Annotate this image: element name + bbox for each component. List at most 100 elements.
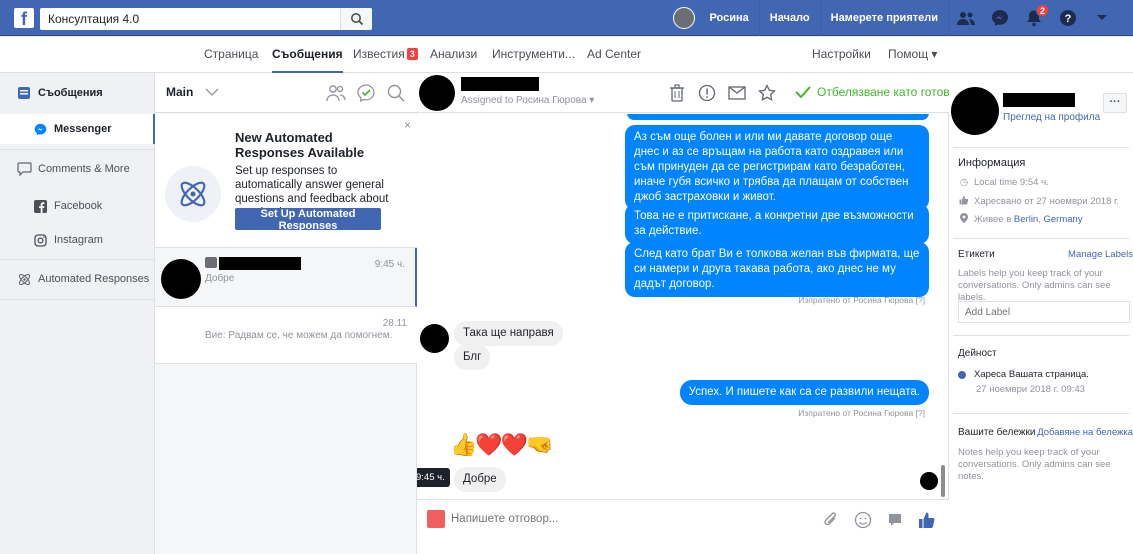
messenger-icon [32, 121, 48, 137]
account-menu-icon[interactable] [1091, 7, 1113, 29]
labels-help-text: Labels help you keep track of your conve… [958, 268, 1111, 303]
notification-count-badge: 2 [1036, 4, 1049, 17]
message-bubble-incoming: Така ще направя [454, 321, 563, 346]
close-icon[interactable]: × [404, 118, 411, 132]
sidebar-item-label: Instagram [54, 234, 103, 246]
conversation-item[interactable]: Вие: Радвам се, че можем да помогнем. 28… [155, 307, 417, 364]
automated-responses-icon [16, 271, 32, 287]
sidebar-item-instagram[interactable]: Instagram [0, 225, 155, 255]
sidebar-item-label: Facebook [54, 200, 103, 212]
search-button[interactable] [340, 8, 372, 30]
spam-icon[interactable] [697, 83, 717, 103]
page-avatar [427, 510, 445, 528]
emoji-icon[interactable] [853, 510, 873, 530]
panel-divider [953, 238, 1129, 239]
conversation-list: Main × New Automated Responses Available… [155, 73, 417, 554]
tab-page[interactable]: Страница [204, 37, 258, 73]
tab-settings[interactable]: Настройки [812, 37, 871, 73]
saved-replies-icon[interactable] [885, 510, 905, 530]
mark-unread-icon[interactable] [727, 83, 747, 103]
trash-icon[interactable] [667, 83, 687, 103]
people-icon[interactable] [326, 83, 346, 103]
sidebar-divider [0, 299, 155, 300]
facebook-logo-icon[interactable]: f [14, 8, 34, 29]
messenger-icon[interactable] [989, 7, 1011, 29]
profile-avatar[interactable] [673, 7, 696, 29]
assigned-to-dropdown[interactable]: Assigned to Росина Гюрова ▾ [461, 95, 594, 106]
checkmark-icon [795, 86, 811, 98]
inbox-filter-dropdown[interactable]: Main [166, 85, 219, 99]
tab-notifications[interactable]: Известия 3 [353, 37, 418, 73]
notifications-icon[interactable]: 2 [1023, 4, 1049, 29]
conversation-time: 28.11 [382, 318, 407, 329]
composer-tools [821, 510, 937, 530]
conversation-item[interactable]: Добре 9:45 ч. [155, 248, 417, 307]
message-bubble-outgoing: След като брат Ви е толкова желан във фи… [625, 242, 929, 297]
avatar [161, 259, 201, 299]
instagram-icon [32, 232, 48, 248]
automated-responses-promo: × New Automated Responses Available Set … [155, 114, 417, 248]
redacted-name [219, 257, 301, 270]
home-link[interactable]: Начало [760, 0, 821, 36]
notes-help-text: Notes help you keep track of your conver… [958, 447, 1111, 482]
add-label-input[interactable] [958, 301, 1130, 323]
setup-automated-responses-button[interactable]: Set Up Automated Responses [235, 208, 381, 232]
thumbs-up-icon[interactable] [917, 510, 937, 530]
mark-as-done-button[interactable]: Отбелязване като готово [795, 85, 956, 99]
redacted-name [1003, 93, 1075, 107]
more-options-button[interactable]: ··· [1103, 93, 1127, 113]
city-link[interactable]: Berlin [1014, 214, 1038, 225]
sidebar-item-facebook[interactable]: Facebook [0, 191, 155, 221]
activity-date: 27 ноември 2018 г. 09:43 [976, 384, 1085, 395]
find-friends-link[interactable]: Намерете приятели [821, 0, 949, 36]
sidebar-item-comments[interactable]: Comments & More [0, 154, 155, 184]
tab-tools[interactable]: Инструменти... [492, 37, 575, 73]
friends-icon[interactable] [955, 7, 977, 29]
lives-prefix: Живее в [974, 214, 1012, 225]
tab-messages[interactable]: Съобщения [272, 37, 343, 73]
tab-insights[interactable]: Анализи [430, 37, 477, 73]
sidebar-item-messenger[interactable]: Messenger [0, 114, 155, 144]
sidebar-item-inbox[interactable]: Съобщения [0, 78, 155, 108]
panel-divider [953, 147, 1129, 148]
message-bubble-outgoing: Това не е притискане, а конкретни две въ… [625, 204, 929, 244]
inbox-sidebar: Съобщения Messenger Comments & More Face… [0, 73, 155, 554]
message-bubble-incoming: Блг [454, 345, 491, 370]
read-receipt-avatar [920, 472, 938, 490]
chevron-down-icon [205, 88, 219, 96]
thumbs-up-icon [958, 195, 970, 208]
add-note-link[interactable]: Добавяне на бележка [1037, 427, 1133, 438]
sidebar-item-label: Comments & More [38, 163, 130, 175]
profile-link[interactable]: Росина [699, 0, 760, 36]
view-profile-link[interactable]: Преглед на профила [1003, 112, 1100, 123]
tab-help[interactable]: Помощ ▾ [888, 37, 937, 73]
local-time-row: ◷ Local time 9:54 ч. [958, 177, 1049, 188]
panel-divider [953, 413, 1129, 414]
star-icon[interactable] [757, 83, 777, 103]
activity-text: Хареса Вашата страница. [974, 369, 1089, 380]
search-icon[interactable] [386, 83, 406, 103]
conversation-preview: Добре [205, 273, 235, 284]
attachment-icon[interactable] [821, 510, 841, 530]
scrollbar[interactable] [941, 465, 945, 497]
message-bubble-incoming: Добре [454, 467, 506, 492]
clock-icon: ◷ [959, 177, 969, 188]
liked-text: Харесвано от 27 ноември 2018 г. [974, 196, 1119, 207]
sent-by-note: Изпратено от Росина Гюрова [?] [798, 295, 925, 305]
activity-item: Хареса Вашата страница. [958, 369, 1089, 380]
tab-ad-center[interactable]: Ad Center [587, 37, 641, 73]
help-icon[interactable]: ? [1057, 7, 1079, 29]
manage-labels-link[interactable]: Manage Labels [1068, 249, 1133, 260]
reply-input[interactable] [451, 508, 751, 530]
top-right-nav: Росина Начало Намерете приятели 2 ? [673, 0, 1119, 36]
chat-panel: Assigned to Росина Гюрова ▾ Отбелязване … [417, 73, 956, 554]
message-bubble-outgoing: Успех. И пишете как са се развили нещата… [679, 380, 929, 405]
check-chat-icon[interactable] [356, 83, 376, 103]
sidebar-item-automated-responses[interactable]: Automated Responses [0, 264, 155, 294]
notes-heading: Вашите бележки [958, 427, 1036, 438]
page-tabs-bar: Страница Съобщения Известия 3 Анализи Инс… [0, 37, 1133, 73]
conversation-time: 9:45 ч. [374, 259, 405, 270]
search-input[interactable] [40, 8, 340, 30]
sidebar-item-label: Съобщения [38, 87, 103, 99]
country-link[interactable]: Germany [1044, 214, 1083, 225]
